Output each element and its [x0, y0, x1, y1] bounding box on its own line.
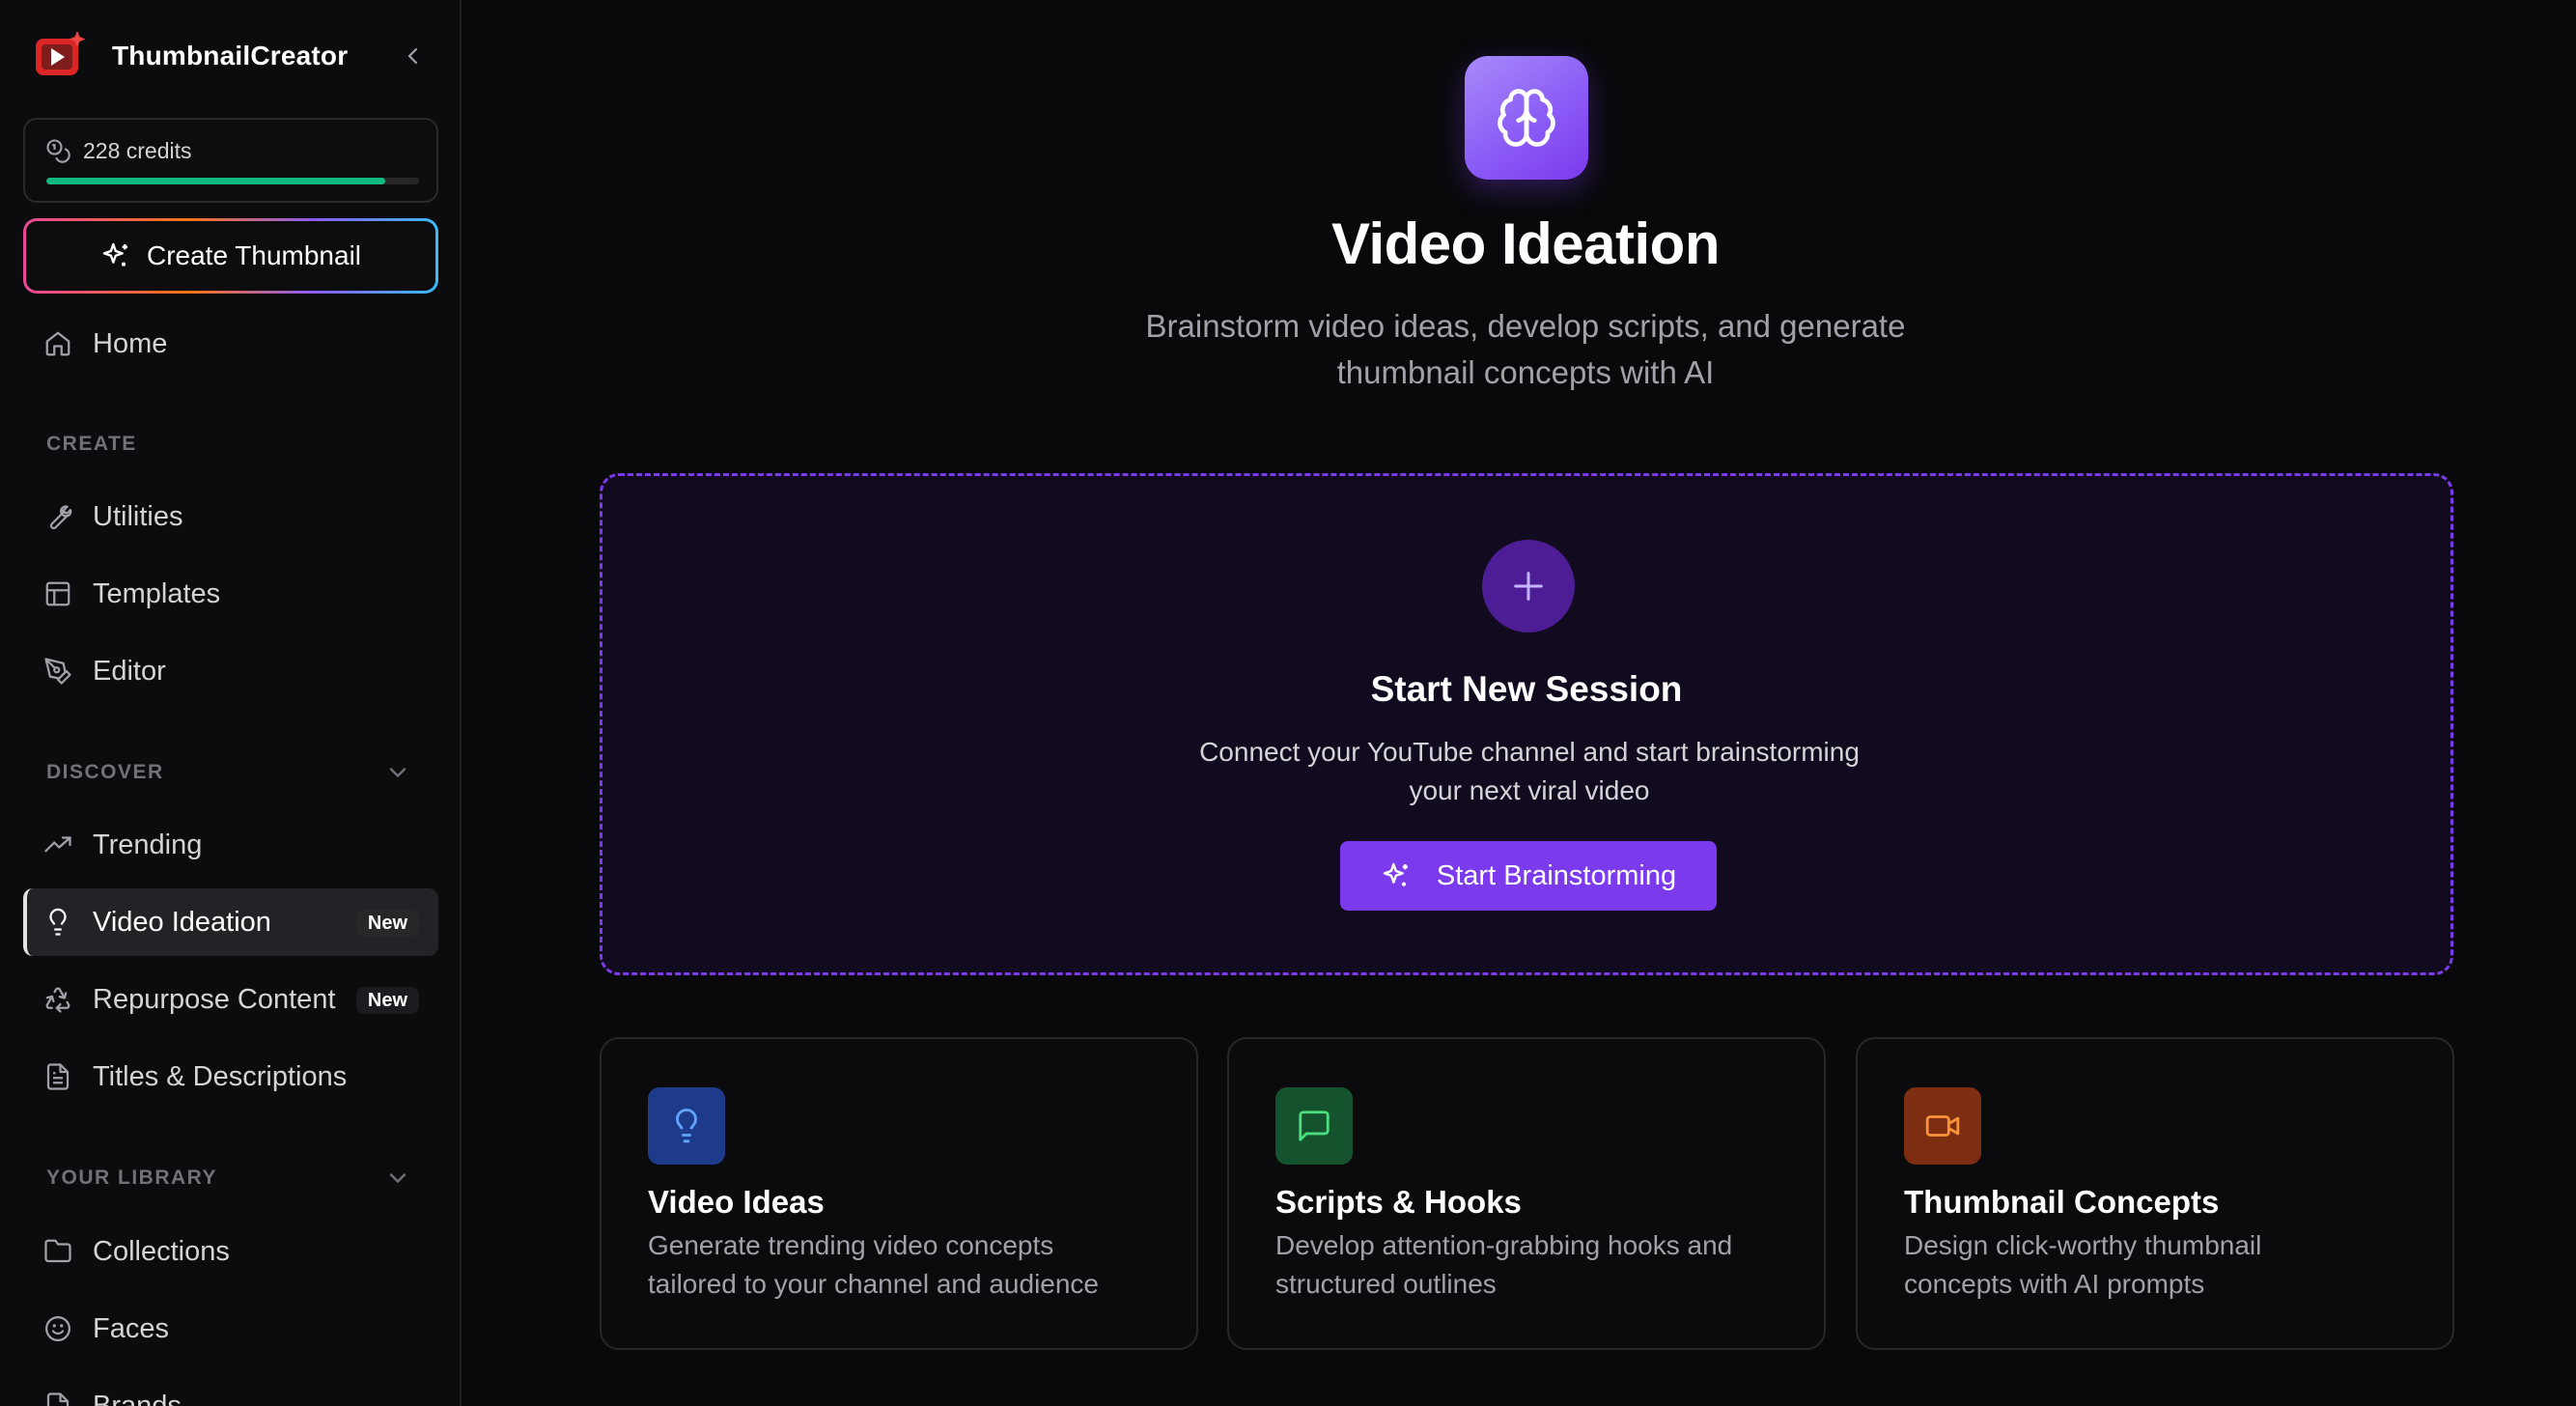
feature-description-line: tailored to your channel and audience [648, 1269, 1100, 1299]
create-thumbnail-label: Create Thumbnail [146, 240, 362, 270]
sidebar-item-collections[interactable]: Collections [23, 1218, 438, 1285]
new-badge: New [355, 910, 419, 937]
page-subtitle-line: Brainstorm video ideas, develop scripts,… [1145, 308, 1906, 344]
session-description-line: your next viral video [1409, 775, 1650, 805]
feature-title: Thumbnail Concepts [1904, 1184, 2220, 1220]
sparkles-icon [1381, 860, 1412, 891]
feature-card-video-ideas[interactable]: Video Ideas Generate trending video conc… [600, 1037, 1198, 1350]
sidebar-item-label: Repurpose Content [93, 983, 336, 1015]
sidebar-item-trending[interactable]: Trending [23, 811, 438, 879]
app-name: ThumbnailCreator [112, 41, 349, 70]
feature-description-line: Develop attention-grabbing hooks and [1275, 1230, 1733, 1260]
folder-icon [42, 1236, 73, 1267]
file-text-icon [42, 1061, 73, 1092]
sidebar-item-label: Editor [93, 655, 166, 687]
sidebar-item-label: Collections [93, 1235, 230, 1267]
sidebar-item-label: Home [93, 327, 168, 359]
feature-description-line: Generate trending video concepts [648, 1230, 1054, 1260]
sidebar-item-label: Titles & Descriptions [93, 1060, 348, 1092]
create-thumbnail-button[interactable]: Create Thumbnail [23, 218, 438, 294]
feature-title: Scripts & Hooks [1275, 1184, 1522, 1220]
new-badge: New [355, 987, 419, 1014]
section-discover-label: DISCOVER [46, 761, 164, 783]
sidebar-item-editor[interactable]: Editor [23, 637, 438, 705]
sidebar-item-home[interactable]: Home [23, 310, 438, 378]
layout-template-icon [42, 578, 73, 609]
sidebar-item-label: Trending [93, 829, 203, 860]
sidebar: ThumbnailCreator 228 credits Create Thum… [0, 0, 462, 1406]
recycle-icon [42, 984, 73, 1015]
feature-card-thumbnail-concepts[interactable]: Thumbnail Concepts Design click-worthy t… [1856, 1037, 2454, 1350]
sidebar-item-label: Faces [93, 1312, 169, 1344]
feature-description-line: Design click-worthy thumbnail [1904, 1230, 2262, 1260]
feature-description: Design click-worthy thumbnail concepts w… [1904, 1226, 2425, 1304]
session-description-line: Connect your YouTube channel and start b… [1199, 737, 1860, 767]
brand[interactable]: ThumbnailCreator [33, 29, 429, 83]
wrench-icon [42, 501, 73, 532]
sidebar-item-label: Brands [93, 1390, 182, 1406]
plus-icon[interactable] [1482, 540, 1575, 633]
pen-tool-icon [42, 656, 73, 687]
collapse-sidebar-button[interactable] [398, 41, 429, 71]
feature-title: Video Ideas [648, 1184, 825, 1220]
chevron-down-icon[interactable] [384, 1165, 411, 1192]
sparkles-icon [100, 240, 131, 271]
feature-description-line: concepts with AI prompts [1904, 1269, 2205, 1299]
credits-widget[interactable]: 228 credits [23, 118, 438, 203]
sidebar-item-utilities[interactable]: Utilities [23, 483, 438, 550]
coins-icon [44, 137, 71, 164]
sidebar-item-titles-descriptions[interactable]: Titles & Descriptions [23, 1043, 438, 1111]
credits-progress-bar [46, 178, 419, 184]
smile-icon [42, 1313, 73, 1344]
credits-label: 228 credits [83, 137, 192, 163]
home-icon [42, 328, 73, 359]
feature-description: Develop attention-grabbing hooks and str… [1275, 1226, 1797, 1304]
feature-description-line: structured outlines [1275, 1269, 1497, 1299]
section-library-label: YOUR LIBRARY [46, 1167, 218, 1189]
lightbulb-icon [648, 1087, 725, 1165]
sidebar-item-video-ideation[interactable]: Video Ideation New [23, 888, 438, 956]
page-title: Video Ideation [1331, 211, 1720, 276]
start-brainstorming-label: Start Brainstorming [1436, 859, 1677, 891]
sidebar-item-templates[interactable]: Templates [23, 560, 438, 628]
sidebar-item-label: Video Ideation [93, 906, 271, 938]
section-create-label: CREATE [46, 433, 137, 455]
session-title: Start New Session [1370, 669, 1683, 709]
start-brainstorming-button[interactable]: Start Brainstorming [1340, 841, 1717, 911]
sidebar-item-label: Templates [93, 577, 221, 609]
page-subtitle: Brainstorm video ideas, develop scripts,… [1091, 303, 1960, 396]
feature-card-scripts-hooks[interactable]: Scripts & Hooks Develop attention-grabbi… [1227, 1037, 1826, 1350]
credits-progress-fill [46, 178, 386, 184]
file-icon [42, 1391, 73, 1406]
brain-icon [1465, 56, 1588, 180]
sidebar-item-repurpose-content[interactable]: Repurpose Content New [23, 966, 438, 1033]
session-description: Connect your YouTube channel and start b… [1143, 733, 1916, 810]
lightbulb-icon [42, 907, 73, 938]
sidebar-item-faces[interactable]: Faces [23, 1295, 438, 1363]
page-subtitle-line: thumbnail concepts with AI [1336, 354, 1715, 390]
sidebar-item-brands[interactable]: Brands [23, 1372, 438, 1406]
feature-description: Generate trending video concepts tailore… [648, 1226, 1169, 1304]
sidebar-item-label: Utilities [93, 500, 183, 532]
video-camera-icon [1904, 1087, 1981, 1165]
start-session-card[interactable]: Start New Session Connect your YouTube c… [600, 473, 2453, 975]
message-square-icon [1275, 1087, 1353, 1165]
trending-up-icon [42, 830, 73, 860]
chevron-down-icon[interactable] [384, 759, 411, 786]
app-logo-icon [33, 29, 87, 83]
